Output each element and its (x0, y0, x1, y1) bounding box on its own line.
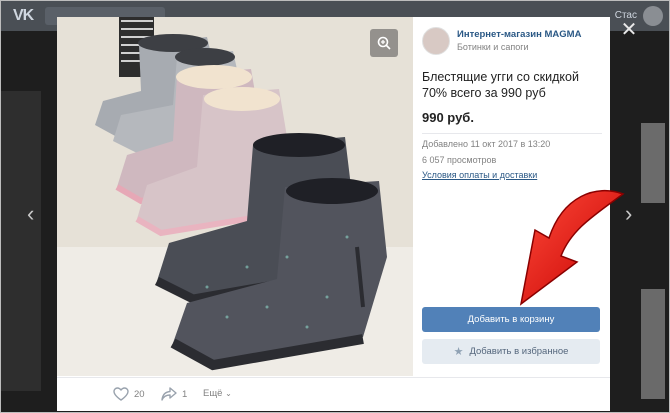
zoom-icon (377, 36, 391, 50)
product-price: 990 руб. (422, 110, 474, 125)
zoom-button[interactable] (370, 29, 398, 57)
modal-action-bar: 20 1 Ещё ⌄ (57, 377, 610, 412)
product-title: Блестящие угги со скидкой 70% всего за 9… (422, 70, 579, 100)
vk-user-avatar[interactable] (643, 6, 663, 26)
background-card (641, 123, 665, 203)
more-menu-button[interactable]: Ещё ⌄ (203, 388, 232, 399)
product-photo[interactable] (57, 17, 413, 376)
add-to-favorites-button[interactable]: ★ Добавить в избранное (422, 339, 600, 364)
red-arrow-annotation (519, 190, 625, 306)
add-to-favorites-label: Добавить в избранное (469, 346, 569, 357)
like-button[interactable]: 20 (113, 387, 145, 401)
chevron-down-icon: ⌄ (225, 389, 232, 398)
heart-icon (113, 387, 129, 401)
more-label: Ещё (203, 388, 223, 399)
payment-delivery-link[interactable]: Условия оплаты и доставки (422, 170, 537, 180)
product-added-date: Добавлено 11 окт 2017 в 13:20 (422, 139, 551, 149)
product-views: 6 057 просмотров (422, 155, 497, 165)
shop-category: Ботинки и сапоги (457, 42, 529, 52)
share-icon (161, 387, 177, 401)
divider (422, 133, 602, 134)
prev-photo-button[interactable]: ‹ (27, 201, 34, 227)
star-icon: ★ (453, 346, 464, 358)
like-count: 20 (134, 388, 145, 400)
share-count: 1 (182, 388, 188, 400)
share-button[interactable]: 1 (161, 387, 187, 401)
background-card (641, 289, 665, 399)
add-to-cart-label: Добавить в корзину (467, 314, 555, 325)
chevron-left-icon: ‹ (27, 201, 35, 226)
shop-avatar[interactable] (422, 27, 450, 55)
close-icon: ✕ (620, 18, 638, 41)
screenshot-frame: VK Стас Интернет-магазин MAGMA Ботинки и… (0, 0, 670, 413)
shop-name-link[interactable]: Интернет-магазин MAGMA (457, 29, 581, 40)
boots-image (57, 17, 413, 376)
vk-logo[interactable]: VK (13, 7, 34, 25)
background-feed-left (1, 91, 41, 391)
close-button[interactable]: ✕ (619, 18, 639, 41)
